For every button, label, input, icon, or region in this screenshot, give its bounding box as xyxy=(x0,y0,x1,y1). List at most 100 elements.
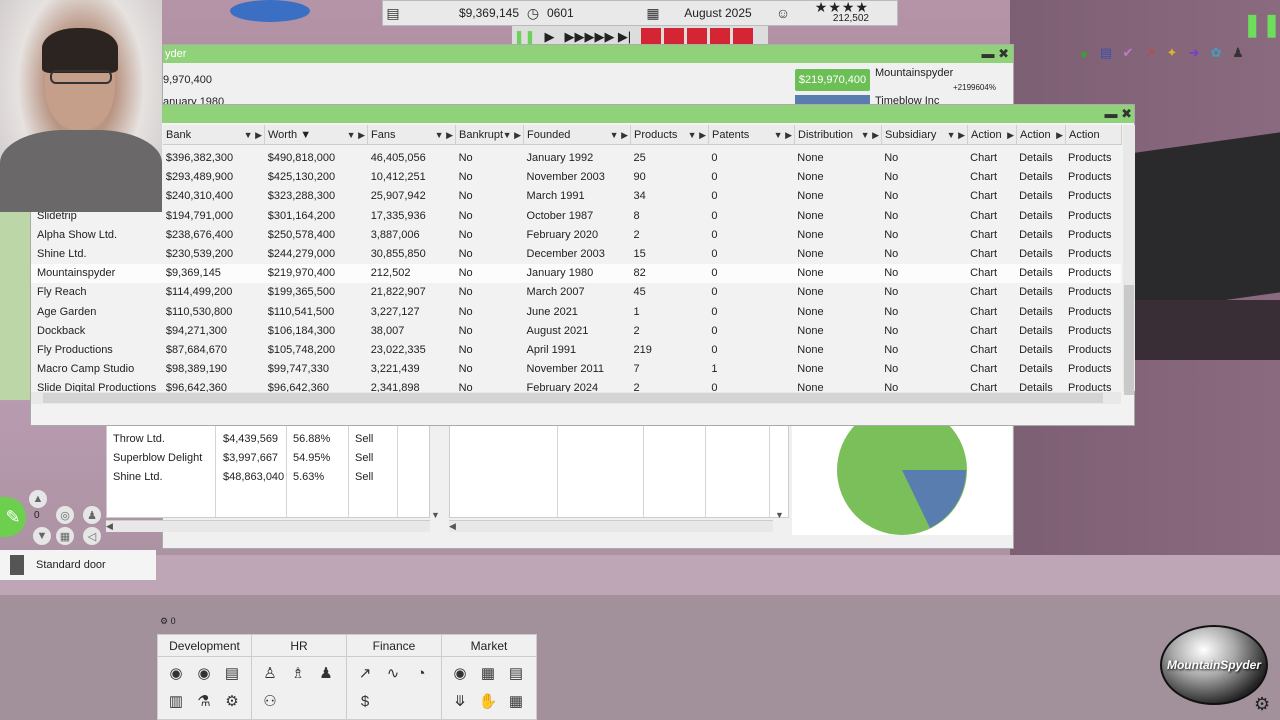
scroll-icon[interactable]: ▤ xyxy=(1097,44,1115,62)
eye-icon[interactable]: ◎ xyxy=(56,506,74,524)
filter-icon[interactable]: ▼ ▶ xyxy=(610,125,628,145)
table-hscroll[interactable] xyxy=(31,392,1121,404)
menu-header-finance[interactable]: Finance xyxy=(347,635,441,657)
details-link[interactable]: Details xyxy=(1016,245,1065,264)
menu-header-hr[interactable]: HR xyxy=(252,635,346,657)
filter-icon[interactable]: ▼ ▶ xyxy=(435,125,453,145)
person-icon[interactable]: ♙ xyxy=(258,661,282,685)
reputation[interactable]: ★★★★ 212,502 xyxy=(793,0,873,24)
up-arrow-icon[interactable]: ▲ xyxy=(29,490,47,508)
products-link[interactable]: Products xyxy=(1065,283,1121,302)
table-row[interactable]: Fly Productions $87,684,670 $105,748,200 23… xyxy=(31,341,1121,360)
products-link[interactable]: Products xyxy=(1065,149,1121,168)
window-titlebar[interactable]: yder ▬ ✖ xyxy=(163,45,1013,63)
products-link[interactable]: Products xyxy=(1065,360,1121,379)
products-link[interactable]: Products xyxy=(1065,245,1121,264)
table-row[interactable]: Shine Ltd. $230,539,200 $244,279,000 30,855… xyxy=(31,245,1121,264)
stocks-hscroll[interactable]: ◀ xyxy=(106,520,430,532)
table-row[interactable]: Age Garden $110,530,800 $110,541,500 3,227,… xyxy=(31,303,1121,322)
stock-row[interactable]: Throw Ltd. $4,439,569 56.88% Sell xyxy=(107,430,397,449)
filter-icon[interactable]: ▶ xyxy=(1056,125,1063,145)
chart-link[interactable]: Chart xyxy=(967,322,1016,341)
arrow-up-right-icon[interactable]: ↗ xyxy=(353,661,377,685)
merge-icon[interactable]: ⤋ xyxy=(448,689,472,713)
scroll-thumb[interactable] xyxy=(43,393,1103,403)
chart-link[interactable]: Chart xyxy=(967,168,1016,187)
person-add-icon[interactable]: ♗ xyxy=(286,661,310,685)
chart-link[interactable]: Chart xyxy=(967,283,1016,302)
scroll-thumb[interactable] xyxy=(1124,285,1134,395)
col-action-chart[interactable]: Action ▶ xyxy=(968,125,1017,145)
scroll-down-icon[interactable]: ▼ xyxy=(431,510,440,520)
gear-icon[interactable]: ⚙ xyxy=(220,689,244,713)
details-link[interactable]: Details xyxy=(1016,264,1065,283)
newspaper-icon[interactable]: ▤ xyxy=(504,661,528,685)
sell-button[interactable]: Sell xyxy=(349,449,397,468)
col-patents[interactable]: Patents ▼ ▶ xyxy=(709,125,795,145)
down-arrow-icon[interactable]: ▼ xyxy=(33,527,51,545)
menu-header-development[interactable]: Development xyxy=(158,635,251,657)
globe-alt-icon[interactable]: ◉ xyxy=(192,661,216,685)
table-row[interactable]: Fly Reach $114,499,200 $199,365,500 21,822,… xyxy=(31,283,1121,302)
details-link[interactable]: Details xyxy=(1016,303,1065,322)
details-link[interactable]: Details xyxy=(1016,149,1065,168)
smiley-icon[interactable]: ☺ xyxy=(773,4,793,22)
details-link[interactable]: Details xyxy=(1016,341,1065,360)
globe-market-icon[interactable]: ◉ xyxy=(448,661,472,685)
filter-icon[interactable]: ▼ ▶ xyxy=(861,125,879,145)
minimize-icon[interactable]: ▬ xyxy=(1104,106,1117,121)
col-worth[interactable]: Worth ▼ ▼ ▶ xyxy=(265,125,368,145)
details-link[interactable]: Details xyxy=(1016,360,1065,379)
products-link[interactable]: Products xyxy=(1065,322,1121,341)
sell-button[interactable]: Sell xyxy=(349,430,397,449)
globe-icon[interactable]: ◉ xyxy=(164,661,188,685)
stock-row[interactable]: Superblow Delight $3,997,667 54.95% Sell xyxy=(107,449,397,468)
chart-link[interactable]: Chart xyxy=(967,207,1016,226)
document-icon[interactable]: ▤ xyxy=(220,661,244,685)
people-group-icon[interactable]: ♟ xyxy=(83,506,101,524)
building-icon[interactable]: ▦ xyxy=(476,661,500,685)
chart-link[interactable]: Chart xyxy=(967,341,1016,360)
details-link[interactable]: Details xyxy=(1016,207,1065,226)
window-titlebar[interactable]: ▬ ✖ xyxy=(31,105,1134,123)
col-action-details[interactable]: Action ▶ xyxy=(1017,125,1066,145)
scroll-down-icon[interactable]: ▼ xyxy=(775,510,784,520)
globe-icon[interactable]: ● xyxy=(1075,44,1093,62)
scroll-icon[interactable]: ▥ xyxy=(164,689,188,713)
gear-small-icon[interactable]: ✿ xyxy=(1207,44,1225,62)
col-distribution[interactable]: Distribution ▼ ▶ xyxy=(795,125,882,145)
col-founded[interactable]: Founded ▼ ▶ xyxy=(524,125,631,145)
close-icon[interactable]: ✖ xyxy=(1121,106,1132,121)
chart-link[interactable]: Chart xyxy=(967,360,1016,379)
filter-icon[interactable]: ▼ ▶ xyxy=(688,125,706,145)
table-row[interactable]: $396,382,300 $490,818,000 46,405,056 No Janu… xyxy=(31,149,1121,168)
filter-icon[interactable]: ▼ ▶ xyxy=(244,125,262,145)
products-link[interactable]: Products xyxy=(1065,264,1121,283)
table-row[interactable]: Alpha Show Ltd. $238,676,400 $250,578,400 3… xyxy=(31,226,1121,245)
col-bank[interactable]: Bank ▼ ▶ xyxy=(163,125,265,145)
stock-row[interactable]: Shine Ltd. $48,863,040 5.63% Sell xyxy=(107,468,397,487)
pie-chart-icon[interactable]: ◔ xyxy=(409,661,433,685)
col-fans[interactable]: Fans ▼ ▶ xyxy=(368,125,456,145)
arrow-icon[interactable]: ➜ xyxy=(1185,44,1203,62)
people-icon[interactable]: ♟ xyxy=(314,661,338,685)
col-action-products[interactable]: Action xyxy=(1066,125,1122,145)
products-link[interactable]: Products xyxy=(1065,187,1121,206)
products-link[interactable]: Products xyxy=(1065,207,1121,226)
chart-link[interactable]: Chart xyxy=(967,149,1016,168)
menu-header-market[interactable]: Market xyxy=(442,635,536,657)
minimize-icon[interactable]: ▬ xyxy=(981,46,994,61)
chart-link[interactable]: Chart xyxy=(967,226,1016,245)
details-link[interactable]: Details xyxy=(1016,283,1065,302)
filter-icon[interactable]: ▼ ▶ xyxy=(947,125,965,145)
table-row[interactable]: $240,310,400 $323,288,300 25,907,942 No Marc… xyxy=(31,187,1121,206)
products-link[interactable]: Products xyxy=(1065,341,1121,360)
details-link[interactable]: Details xyxy=(1016,168,1065,187)
people-icon[interactable]: ♟ xyxy=(1229,44,1247,62)
table-row[interactable]: Slidetrip $194,791,000 $301,164,200 17,335,… xyxy=(31,207,1121,226)
chart-icon[interactable]: ↗ xyxy=(1141,44,1159,62)
dollar-icon[interactable]: $ xyxy=(353,689,377,713)
filter-icon[interactable]: ▼ ▶ xyxy=(774,125,792,145)
chart-link[interactable]: Chart xyxy=(967,245,1016,264)
pause-indicator-icon[interactable]: ❚❚ xyxy=(1243,12,1280,38)
